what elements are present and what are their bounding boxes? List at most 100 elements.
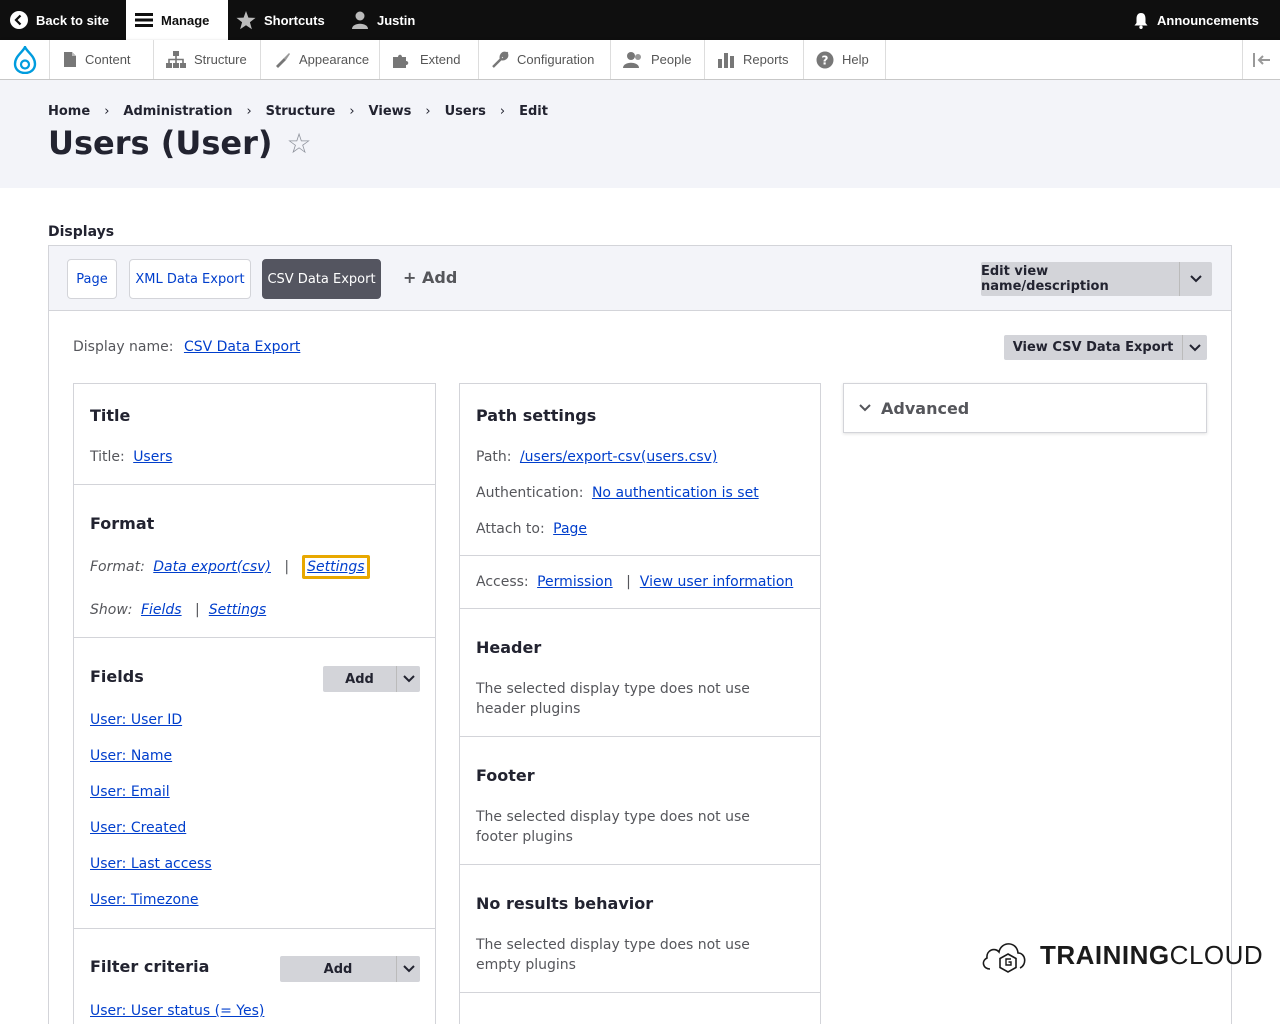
separator: | <box>284 559 290 575</box>
chevron-down-icon[interactable] <box>396 956 420 982</box>
field-created-link[interactable]: User: Created <box>90 820 186 836</box>
title-heading: Title <box>90 406 131 425</box>
filter-user-status-link[interactable]: User: User status (= Yes) <box>90 1003 264 1019</box>
authentication-link[interactable]: No authentication is set <box>592 485 759 501</box>
footer-section: Footer The selected display type does no… <box>460 737 820 865</box>
field-name-link[interactable]: User: Name <box>90 748 172 764</box>
separator: | <box>626 574 631 590</box>
filter-add-button[interactable]: Add <box>280 956 420 982</box>
show-fields-link[interactable]: Fields <box>141 602 182 618</box>
back-to-site-link[interactable]: Back to site <box>10 0 109 40</box>
edit-view-name-button[interactable]: Edit view name/description <box>981 262 1212 296</box>
announcements-tab[interactable]: Announcements <box>1133 0 1259 40</box>
announcements-label: Announcements <box>1157 12 1259 28</box>
field-last-access-link[interactable]: User: Last access <box>90 856 212 872</box>
chevron-down-icon[interactable] <box>396 666 420 692</box>
manage-tab[interactable]: Manage <box>126 0 228 40</box>
menu-label: Configuration <box>517 52 595 67</box>
menu-configuration[interactable]: Configuration <box>479 40 611 79</box>
brush-icon <box>276 52 290 68</box>
favorite-star-icon[interactable]: ☆ <box>286 127 311 160</box>
advanced-toggle[interactable]: Advanced <box>843 383 1207 433</box>
back-to-site-label: Back to site <box>36 12 109 28</box>
user-tab[interactable]: Justin <box>351 0 415 40</box>
access-permission-link[interactable]: Permission <box>537 574 613 590</box>
field-item: User: Created <box>90 820 186 836</box>
fields-add-button[interactable]: Add <box>323 666 420 692</box>
menu-label: Appearance <box>299 52 370 67</box>
add-display-button[interactable]: + Add <box>403 268 457 287</box>
title-row: Title: Users <box>90 449 172 465</box>
svg-text:?: ? <box>822 53 829 67</box>
field-item: User: User ID <box>90 712 182 728</box>
trainingcloud-watermark: TRAINING CLOUD <box>980 935 1263 975</box>
format-link[interactable]: Data export(csv) <box>153 559 271 575</box>
display-name-label: Display name: <box>73 339 174 355</box>
menu-people[interactable]: People <box>611 40 705 79</box>
menu-structure[interactable]: Structure <box>154 40 261 79</box>
breadcrumb-structure[interactable]: Structure <box>266 104 336 119</box>
breadcrumb: Home › Administration › Structure › View… <box>48 104 548 119</box>
title-section: Title Title: Users <box>74 384 435 485</box>
show-settings-link[interactable]: Settings <box>209 602 266 618</box>
menu-extend[interactable]: Extend <box>380 40 479 79</box>
shortcuts-tab[interactable]: Shortcuts <box>236 0 325 40</box>
access-section: Access: Permission | View user informatio… <box>460 556 820 609</box>
watermark-training: TRAINING <box>1040 939 1170 970</box>
format-settings-link[interactable]: Settings <box>307 559 364 575</box>
view-csv-export-button[interactable]: View CSV Data Export <box>1004 335 1207 360</box>
help-icon: ? <box>816 51 834 68</box>
field-user-id-link[interactable]: User: User ID <box>90 712 182 728</box>
tab-csv-data-export[interactable]: CSV Data Export <box>262 259 381 299</box>
breadcrumb-users[interactable]: Users <box>445 104 486 119</box>
attach-link[interactable]: Page <box>553 521 587 537</box>
shortcuts-label: Shortcuts <box>264 12 325 28</box>
field-timezone-link[interactable]: User: Timezone <box>90 892 199 908</box>
field-item: User: Email <box>90 784 170 800</box>
chevron-down-icon <box>859 404 871 412</box>
page-title-row: Users (User) ☆ <box>48 124 312 162</box>
wrench-icon <box>492 51 509 68</box>
manage-label: Manage <box>161 12 210 28</box>
footer-heading: Footer <box>476 766 535 785</box>
breadcrumb-home[interactable]: Home <box>48 104 90 119</box>
bell-icon <box>1134 12 1148 29</box>
breadcrumb-administration[interactable]: Administration <box>123 104 232 119</box>
header-section: Header The selected display type does no… <box>460 609 820 737</box>
toolbar-orientation-button[interactable] <box>1242 40 1280 79</box>
breadcrumb-separator: › <box>499 104 506 119</box>
fields-add-label: Add <box>345 671 374 687</box>
access-label: Access: <box>476 574 529 590</box>
menu-help[interactable]: ? Help <box>804 40 886 79</box>
fields-heading: Fields <box>90 667 144 686</box>
show-label: Show: <box>90 602 133 618</box>
authentication-label: Authentication: <box>476 485 584 501</box>
chevron-down-icon[interactable] <box>1182 335 1207 360</box>
breadcrumb-edit[interactable]: Edit <box>519 104 548 119</box>
displays-label: Displays <box>48 224 115 240</box>
menu-appearance[interactable]: Appearance <box>261 40 380 79</box>
sitemap-icon <box>166 50 186 68</box>
star-icon <box>236 10 256 29</box>
breadcrumb-views[interactable]: Views <box>369 104 412 119</box>
attach-row: Attach to: Page <box>476 521 587 537</box>
field-email-link[interactable]: User: Email <box>90 784 170 800</box>
path-link[interactable]: /users/export-csv(users.csv) <box>520 449 717 465</box>
displays-bar: Page XML Data Export CSV Data Export + A… <box>48 245 1232 311</box>
access-value-link[interactable]: View user information <box>640 574 793 590</box>
title-link[interactable]: Users <box>133 449 172 465</box>
path-label: Path: <box>476 449 512 465</box>
tab-page[interactable]: Page <box>67 259 117 299</box>
display-name-row: Display name: CSV Data Export <box>73 339 300 355</box>
chevron-down-icon[interactable] <box>1179 262 1212 296</box>
menu-content[interactable]: Content <box>51 40 154 79</box>
menu-reports[interactable]: Reports <box>705 40 804 79</box>
field-item: User: Timezone <box>90 892 199 908</box>
user-label: Justin <box>377 12 416 28</box>
format-section: Format Format: Data export(csv) | Setting… <box>74 485 435 638</box>
drupal-logo[interactable] <box>0 40 50 79</box>
display-name-link[interactable]: CSV Data Export <box>184 339 300 355</box>
menu-label: Structure <box>194 52 247 67</box>
tab-xml-data-export[interactable]: XML Data Export <box>129 259 251 299</box>
footer-text: The selected display type does not use f… <box>476 809 750 845</box>
